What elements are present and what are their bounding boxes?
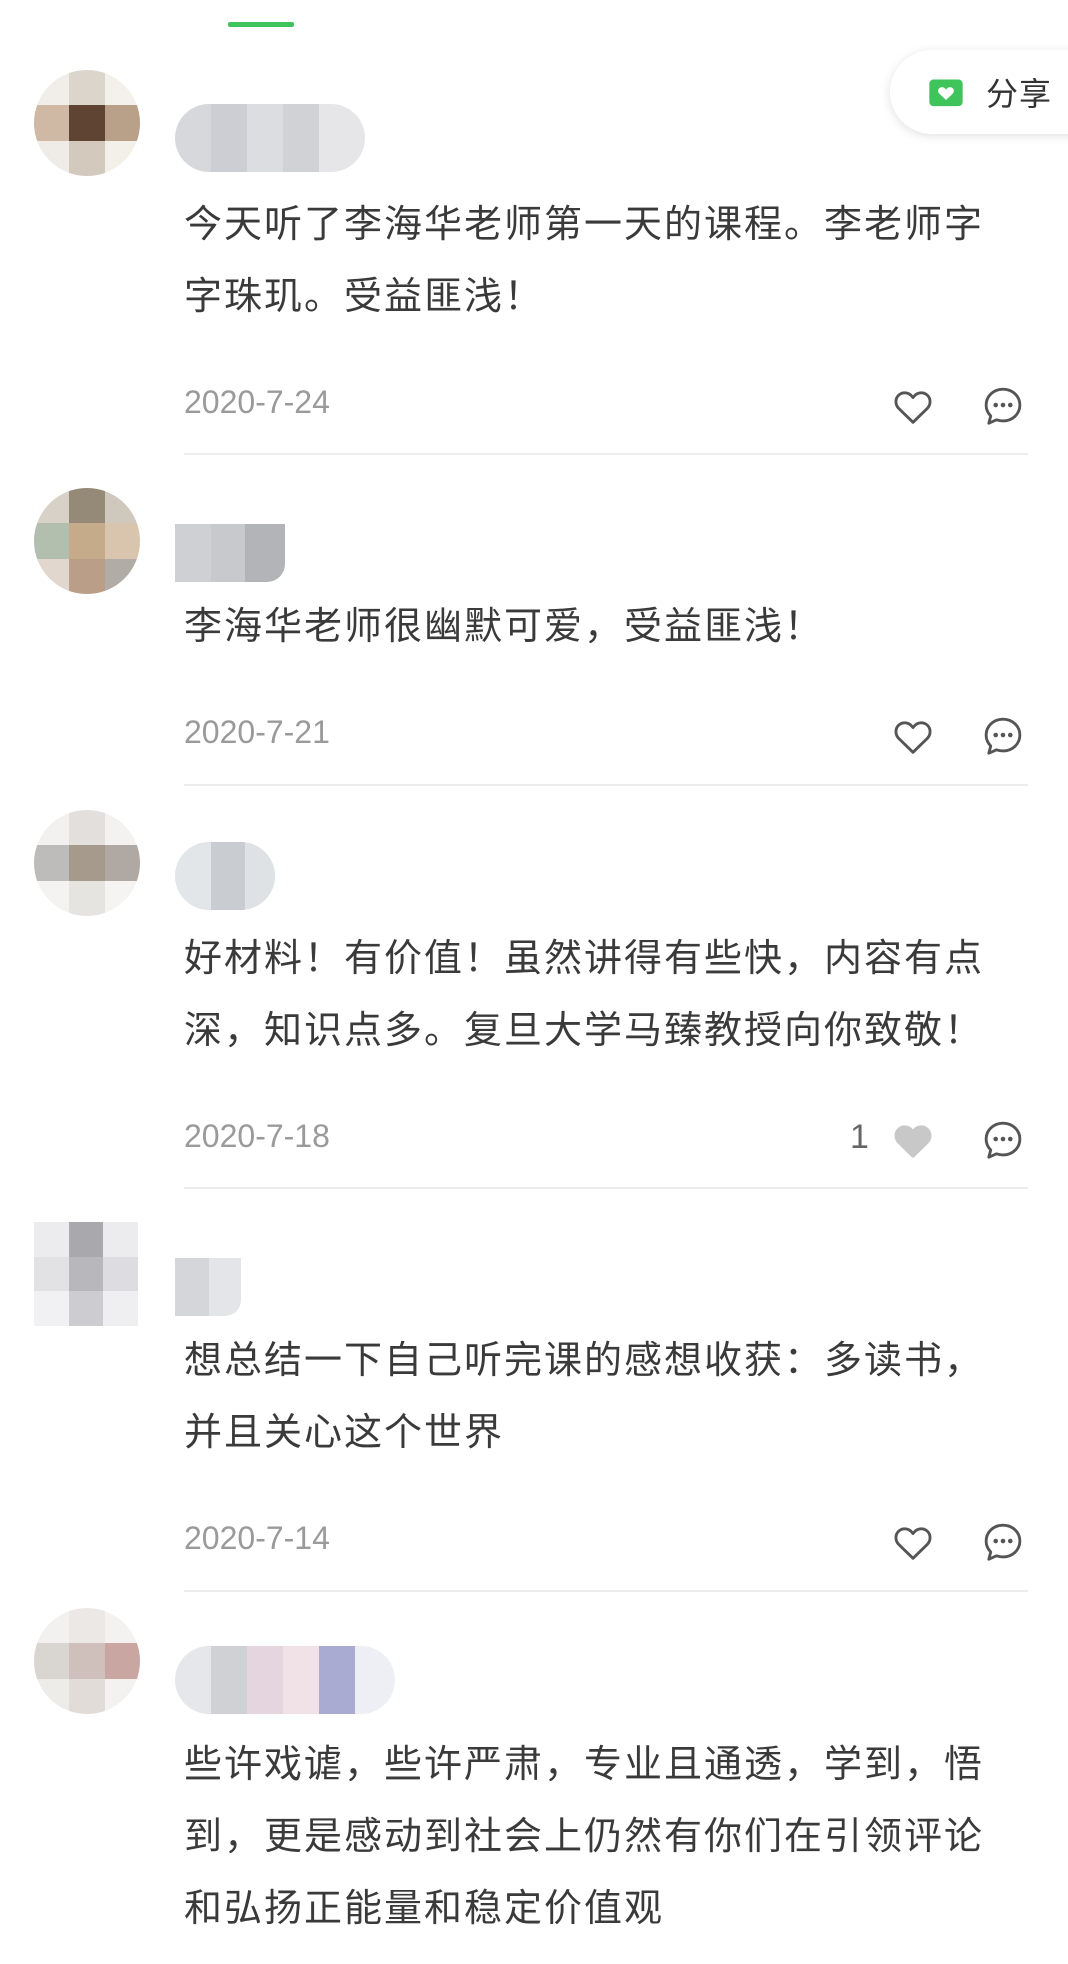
avatar[interactable] — [34, 70, 140, 176]
comment-text: 想总结一下自己听完课的感想收获：多读书，并且关心这个世界 — [184, 1338, 985, 1454]
like-count: 1 — [850, 1118, 869, 1156]
comment-text: 好材料！有价值！虽然讲得有些快，内容有点深，知识点多。复旦大学马臻教授向你致敬！ — [184, 936, 985, 1052]
comment-text: 些许戏谑，些许严肃，专业且通透，学到，悟到，更是感动到社会上仍然有你们在引领评论… — [184, 1742, 985, 1930]
divider — [184, 784, 1028, 786]
heart-filled-icon[interactable] — [890, 1117, 936, 1163]
comment-date: 2020-7-24 — [184, 384, 330, 420]
divider — [184, 453, 1028, 455]
heart-envelope-icon — [929, 79, 963, 107]
comment-bubble-icon[interactable] — [980, 1519, 1026, 1565]
active-tab-indicator — [228, 22, 294, 27]
username-blurred[interactable] — [175, 1646, 395, 1714]
comment-date: 2020-7-14 — [184, 1520, 330, 1556]
comment-date: 2020-7-21 — [184, 714, 330, 750]
heart-outline-icon[interactable] — [890, 383, 936, 429]
share-label: 分享 — [986, 75, 1053, 113]
avatar[interactable] — [34, 810, 140, 916]
username-blurred[interactable] — [175, 842, 275, 910]
comment-date: 2020-7-18 — [184, 1118, 330, 1154]
avatar[interactable] — [34, 488, 140, 594]
username-blurred[interactable] — [175, 1258, 241, 1316]
username-blurred[interactable] — [175, 524, 285, 582]
comment-bubble-icon[interactable] — [980, 383, 1026, 429]
heart-outline-icon[interactable] — [890, 1519, 936, 1565]
username-blurred[interactable] — [175, 104, 365, 172]
avatar[interactable] — [34, 1222, 138, 1326]
comment-text: 今天听了李海华老师第一天的课程。李老师字字珠玑。受益匪浅！ — [184, 202, 985, 318]
divider — [184, 1590, 1028, 1592]
avatar[interactable] — [34, 1608, 140, 1714]
divider — [184, 1187, 1028, 1189]
heart-outline-icon[interactable] — [890, 713, 936, 759]
comment-bubble-icon[interactable] — [980, 713, 1026, 759]
comment-text: 李海华老师很幽默可爱，受益匪浅！ — [184, 604, 825, 648]
share-button[interactable]: 分享 — [890, 50, 1068, 134]
comment-bubble-icon[interactable] — [980, 1117, 1026, 1163]
